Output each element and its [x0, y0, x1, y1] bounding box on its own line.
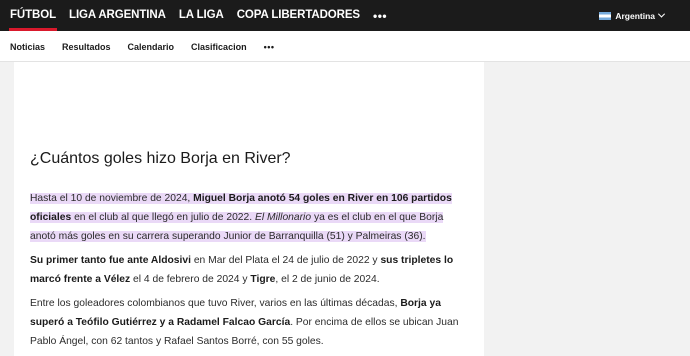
article-body: ¿Cuántos goles hizo Borja en River? Hast… — [14, 62, 484, 356]
nav-item-liga-argentina[interactable]: LIGA ARGENTINA — [69, 0, 166, 31]
nav-item-copa-libertadores[interactable]: COPA LIBERTADORES — [237, 0, 360, 31]
top-navigation-bar: FÚTBOL LIGA ARGENTINA LA LIGA COPA LIBER… — [0, 0, 690, 31]
bold-text: Tigre — [250, 274, 276, 285]
highlighted-text: Hasta el 10 de noviembre de 2024, Miguel… — [30, 193, 452, 242]
section-subnav: Noticias Resultados Calendario Clasifica… — [0, 31, 690, 62]
paragraph-3: Entre los goleadores colombianos que tuv… — [30, 294, 470, 351]
text: Entre los goleadores colombianos que tuv… — [30, 298, 401, 309]
text: el 4 de febrero de 2024 y — [130, 274, 251, 285]
subnav-item-resultados[interactable]: Resultados — [62, 42, 111, 52]
subnav-item-calendario[interactable]: Calendario — [128, 42, 175, 52]
sport-nav: FÚTBOL LIGA ARGENTINA LA LIGA COPA LIBER… — [8, 0, 387, 31]
region-label: Argentina — [615, 10, 655, 21]
nav-item-futbol[interactable]: FÚTBOL — [8, 0, 58, 31]
argentina-flag-icon — [599, 11, 612, 20]
region-selector[interactable]: Argentina — [599, 0, 666, 31]
subnav-item-clasificacion[interactable]: Clasificacion — [191, 42, 247, 52]
text: , el 2 de junio de 2024. — [275, 274, 380, 285]
more-menu-icon[interactable]: ••• — [373, 9, 387, 23]
text: en el club al que llegó en julio de 2022… — [71, 212, 255, 223]
subnav-more-icon[interactable]: ••• — [264, 42, 275, 52]
text: en Mar del Plata el 24 de julio de 2022 … — [190, 255, 381, 266]
nav-item-la-liga[interactable]: LA LIGA — [179, 0, 224, 31]
article-heading: ¿Cuántos goles hizo Borja en River? — [30, 150, 291, 167]
paragraph-1: Hasta el 10 de noviembre de 2024, Miguel… — [30, 189, 470, 246]
bold-text: Su primer tanto fue ante Aldosivi — [30, 255, 191, 266]
italic-text: El Millonario — [254, 212, 312, 223]
text: Hasta el 10 de noviembre de 2024, — [30, 193, 194, 204]
chevron-down-icon — [657, 10, 666, 18]
subnav-item-noticias[interactable]: Noticias — [10, 42, 45, 52]
paragraph-2: Su primer tanto fue ante Aldosivi en Mar… — [30, 251, 470, 289]
